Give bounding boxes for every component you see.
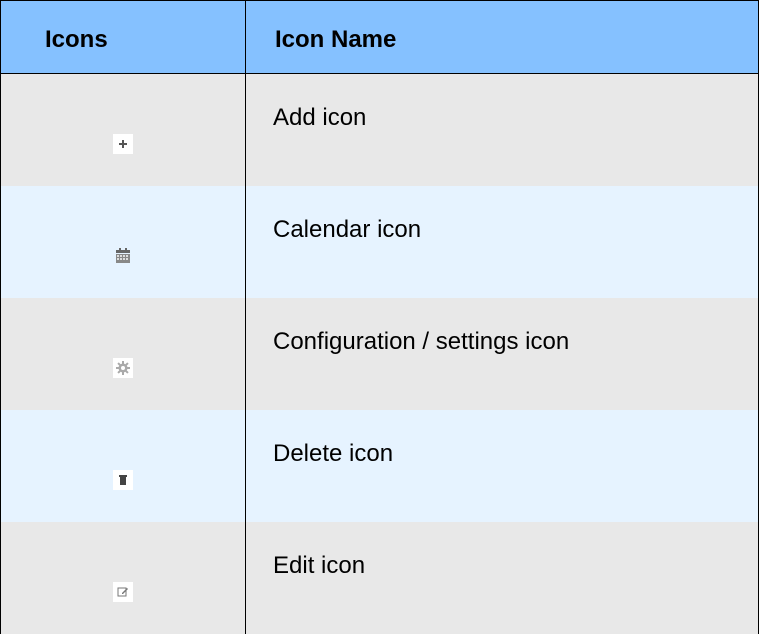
icon-cell — [1, 186, 246, 298]
icon-cell — [1, 410, 246, 522]
add-icon — [113, 134, 133, 154]
icon-name-label: Calendar icon — [273, 216, 422, 243]
calendar-icon — [113, 246, 133, 266]
table-row: Edit icon — [1, 522, 758, 634]
header-icon-name-label: Icon Name — [275, 26, 397, 53]
edit-icon — [113, 582, 133, 602]
icon-name-label: Configuration / settings icon — [273, 328, 570, 355]
name-cell: Configuration / settings icon — [246, 298, 758, 410]
icon-cell — [1, 298, 246, 410]
name-cell: Add icon — [246, 74, 758, 186]
icon-name-label: Add icon — [273, 104, 367, 131]
icon-name-label: Edit icon — [273, 552, 366, 579]
table-row: Add icon — [1, 74, 758, 186]
trash-icon — [113, 470, 133, 490]
header-name-cell: Icon Name — [246, 1, 758, 73]
icon-name-label: Delete icon — [273, 440, 394, 467]
name-cell: Delete icon — [246, 410, 758, 522]
icon-cell — [1, 74, 246, 186]
gear-icon — [113, 358, 133, 378]
table-row: Delete icon — [1, 410, 758, 522]
icon-table: Icons Icon Name Add icon Calendar icon C… — [0, 0, 759, 634]
name-cell: Edit icon — [246, 522, 758, 634]
table-row: Calendar icon — [1, 186, 758, 298]
header-icons-label: Icons — [45, 26, 108, 53]
header-icons-cell: Icons — [1, 1, 246, 73]
name-cell: Calendar icon — [246, 186, 758, 298]
table-header: Icons Icon Name — [1, 1, 758, 74]
icon-cell — [1, 522, 246, 634]
table-row: Configuration / settings icon — [1, 298, 758, 410]
